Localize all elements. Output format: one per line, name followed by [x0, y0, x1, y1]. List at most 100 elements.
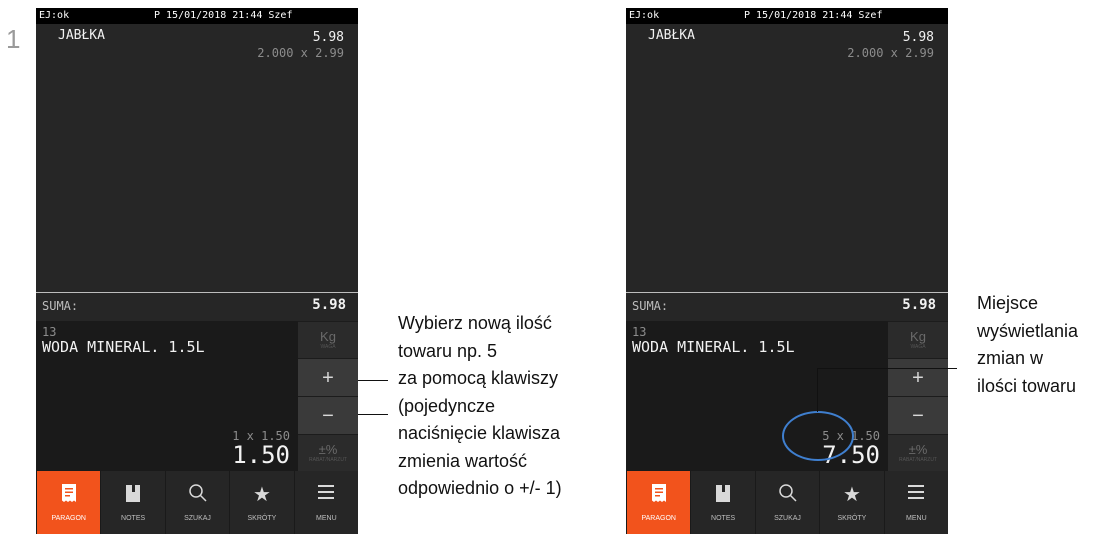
item-price: 1.50 [232, 441, 290, 469]
item-product-name: WODA MINERAL. 1.5L [632, 338, 795, 356]
status-bar: EJ:ok P 15/01/2018 21:44 Szef [36, 8, 358, 24]
printer-date-user: P 15/01/2018 21:44 Szef [154, 10, 293, 21]
nav-item-skroty[interactable]: ★ SKRÓTY [229, 471, 293, 534]
nav-item-notes[interactable]: NOTES [690, 471, 754, 534]
step-number: 1 [6, 24, 21, 54]
ej-status: EJ:ok [629, 10, 660, 21]
weight-button-sub: WAGA [320, 343, 336, 350]
search-icon [778, 483, 798, 507]
receipt-area[interactable]: JABŁKA 5.98 2.000 x 2.99 [626, 24, 948, 292]
callout-left-line: (pojedyncze [398, 395, 496, 416]
plus-icon: + [322, 366, 334, 389]
minus-icon: − [322, 404, 334, 427]
bottom-nav: PARAGON NOTES SZUKAJ ★ SKRÓTY MENU [36, 471, 358, 534]
nav-label-szukaj: SZUKAJ [184, 515, 211, 522]
nav-label-skroty: SKRÓTY [837, 515, 867, 522]
callout-left-line: odpowiednio o +/- 1) [398, 478, 562, 498]
callout-left-line: zmienia wartość [398, 450, 528, 471]
weight-button[interactable]: Kg WAGA [298, 321, 358, 358]
receipt-item-name: JABŁKA [58, 28, 105, 43]
callout-right-line: zmian w [977, 348, 1044, 368]
callout-right: Miejsce wyświetlania zmian w ilości towa… [977, 290, 1078, 400]
sum-row: SUMA: 5.98 [36, 293, 358, 321]
nav-item-menu[interactable]: MENU [883, 471, 948, 534]
nav-label-menu: MENU [316, 515, 337, 522]
receipt-item-name: JABŁKA [648, 28, 695, 43]
quantity-minus-button[interactable]: − [888, 396, 948, 434]
leader-line-plus [358, 380, 388, 381]
callout-right-line: Miejsce [977, 293, 1039, 313]
discount-button[interactable]: ±% RABAT/NARZUT [298, 434, 358, 471]
minus-icon: − [912, 404, 924, 427]
nav-item-notes[interactable]: NOTES [100, 471, 164, 534]
nav-item-szukaj[interactable]: SZUKAJ [754, 471, 819, 534]
nav-label-notes: NOTES [121, 515, 146, 522]
sum-label: SUMA: [632, 299, 669, 313]
discount-button-label: ±% [318, 441, 338, 457]
nav-label-paragon: PARAGON [641, 515, 676, 522]
notebook-icon [715, 483, 731, 507]
nav-label-notes: NOTES [711, 515, 736, 522]
callout-left: Wybierz nową ilość towaru np. 5 za pomoc… [398, 310, 562, 503]
receipt-area[interactable]: JABŁKA 5.98 2.000 x 2.99 [36, 24, 358, 292]
printer-date-user: P 15/01/2018 21:44 Szef [744, 10, 883, 21]
device-screen-before: EJ:ok P 15/01/2018 21:44 Szef JABŁKA 5.9… [36, 8, 358, 534]
sum-label: SUMA: [42, 299, 79, 313]
nav-item-paragon[interactable]: PARAGON [36, 471, 101, 534]
star-icon: ★ [252, 484, 271, 506]
nav-label-szukaj: SZUKAJ [774, 515, 801, 522]
nav-item-paragon[interactable]: PARAGON [626, 471, 691, 534]
receipt-item-total: 5.98 [312, 30, 344, 45]
quantity-plus-button[interactable]: + [298, 358, 358, 396]
callout-left-line: towaru np. 5 [398, 340, 498, 361]
receipt-icon [61, 483, 77, 507]
receipt-item-total: 5.98 [902, 30, 934, 45]
weight-button-label: Kg [320, 328, 336, 344]
quantity-minus-button[interactable]: − [298, 396, 358, 434]
sum-value: 5.98 [312, 297, 346, 313]
leader-line-vertical [817, 368, 818, 412]
search-icon [188, 483, 208, 507]
weight-button[interactable]: Kg WAGA [888, 321, 948, 358]
item-entry-panel[interactable]: 13 WODA MINERAL. 1.5L 1 x 1.50 1.50 [36, 321, 298, 471]
callout-right-line: wyświetlania [977, 320, 1079, 341]
callout-right-line: ilości towaru [977, 375, 1077, 396]
menu-icon [907, 483, 925, 507]
device-screen-after: EJ:ok P 15/01/2018 21:44 Szef JABŁKA 5.9… [626, 8, 948, 534]
discount-button-sub: RABAT/NARZUT [899, 456, 937, 463]
menu-icon [317, 483, 335, 507]
item-plu: 13 [632, 325, 647, 339]
nav-item-szukaj[interactable]: SZUKAJ [164, 471, 229, 534]
status-bar: EJ:ok P 15/01/2018 21:44 Szef [626, 8, 948, 24]
callout-left-line: naciśnięcie klawisza [398, 423, 561, 443]
sum-row: SUMA: 5.98 [626, 293, 948, 321]
receipt-item-qty: 2.000 x 2.99 [847, 46, 934, 60]
discount-button[interactable]: ±% RABAT/NARZUT [888, 434, 948, 471]
receipt-icon [651, 483, 667, 507]
star-icon: ★ [842, 484, 861, 506]
nav-label-menu: MENU [906, 515, 927, 522]
highlight-ellipse [782, 411, 854, 461]
discount-button-sub: RABAT/NARZUT [309, 456, 347, 463]
item-product-name: WODA MINERAL. 1.5L [42, 338, 205, 356]
weight-button-sub: WAGA [910, 343, 926, 350]
quantity-plus-button[interactable]: + [888, 358, 948, 396]
receipt-item-qty: 2.000 x 2.99 [257, 46, 344, 60]
nav-label-paragon: PARAGON [51, 515, 86, 522]
nav-label-skroty: SKRÓTY [247, 515, 277, 522]
callout-left-line: Wybierz nową ilość [398, 313, 552, 333]
leader-line-minus [358, 414, 388, 415]
callout-left-line: za pomocą klawiszy [398, 368, 559, 388]
side-keypad: Kg WAGA + − ±% RABAT/NARZUT [888, 321, 948, 471]
discount-button-label: ±% [908, 441, 928, 457]
ej-status: EJ:ok [39, 10, 70, 21]
leader-line-horizontal [817, 368, 957, 369]
side-keypad: Kg WAGA + − ±% RABAT/NARZUT [298, 321, 358, 471]
bottom-nav: PARAGON NOTES SZUKAJ ★ SKRÓTY MENU [626, 471, 948, 534]
notebook-icon [125, 483, 141, 507]
sum-value: 5.98 [902, 297, 936, 313]
plus-icon: + [912, 366, 924, 389]
nav-item-skroty[interactable]: ★ SKRÓTY [819, 471, 883, 534]
item-plu: 13 [42, 325, 57, 339]
nav-item-menu[interactable]: MENU [293, 471, 358, 534]
